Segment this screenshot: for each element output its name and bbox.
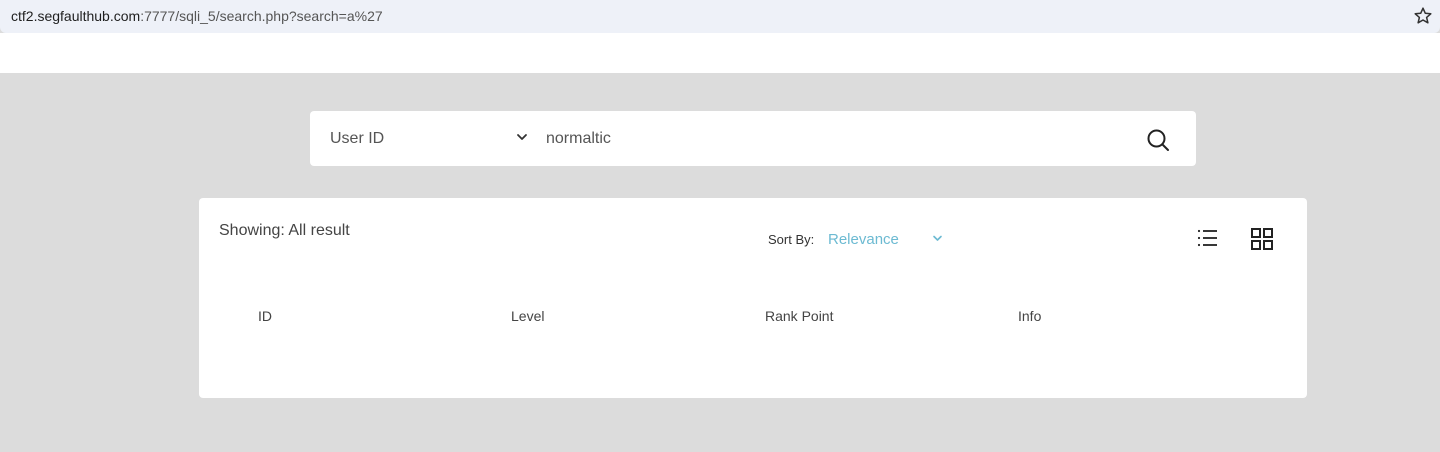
star-icon[interactable] [1413,6,1433,26]
search-bar: User ID [310,111,1196,166]
list-view-icon[interactable] [1197,228,1219,248]
sort-select[interactable]: Relevance [828,231,899,248]
results-count-label: Showing: All result [219,222,350,239]
url-host: ctf2.segfaulthub.com [11,8,141,24]
results-panel: Showing: All result Sort By: Relevance I… [199,198,1307,398]
browser-address-bar[interactable]: ctf2.segfaulthub.com:7777/sqli_5/search.… [0,0,1440,33]
search-icon[interactable] [1146,128,1170,152]
search-input[interactable] [546,128,1106,150]
url-text[interactable]: ctf2.segfaulthub.com:7777/sqli_5/search.… [11,8,383,24]
chevron-down-icon[interactable] [516,132,528,142]
sort-chevron-down-icon[interactable] [932,234,943,243]
url-path: :7777/sqli_5/search.php?search=a%27 [140,8,383,24]
page-header-strip [0,33,1440,73]
column-header-id: ID [258,308,272,324]
grid-view-icon[interactable] [1251,228,1273,250]
column-header-rank-point: Rank Point [765,308,834,324]
sort-by-label: Sort By: [768,232,815,247]
column-header-info: Info [1018,308,1042,324]
column-header-level: Level [511,308,545,324]
search-field-select[interactable]: User ID [330,130,384,148]
